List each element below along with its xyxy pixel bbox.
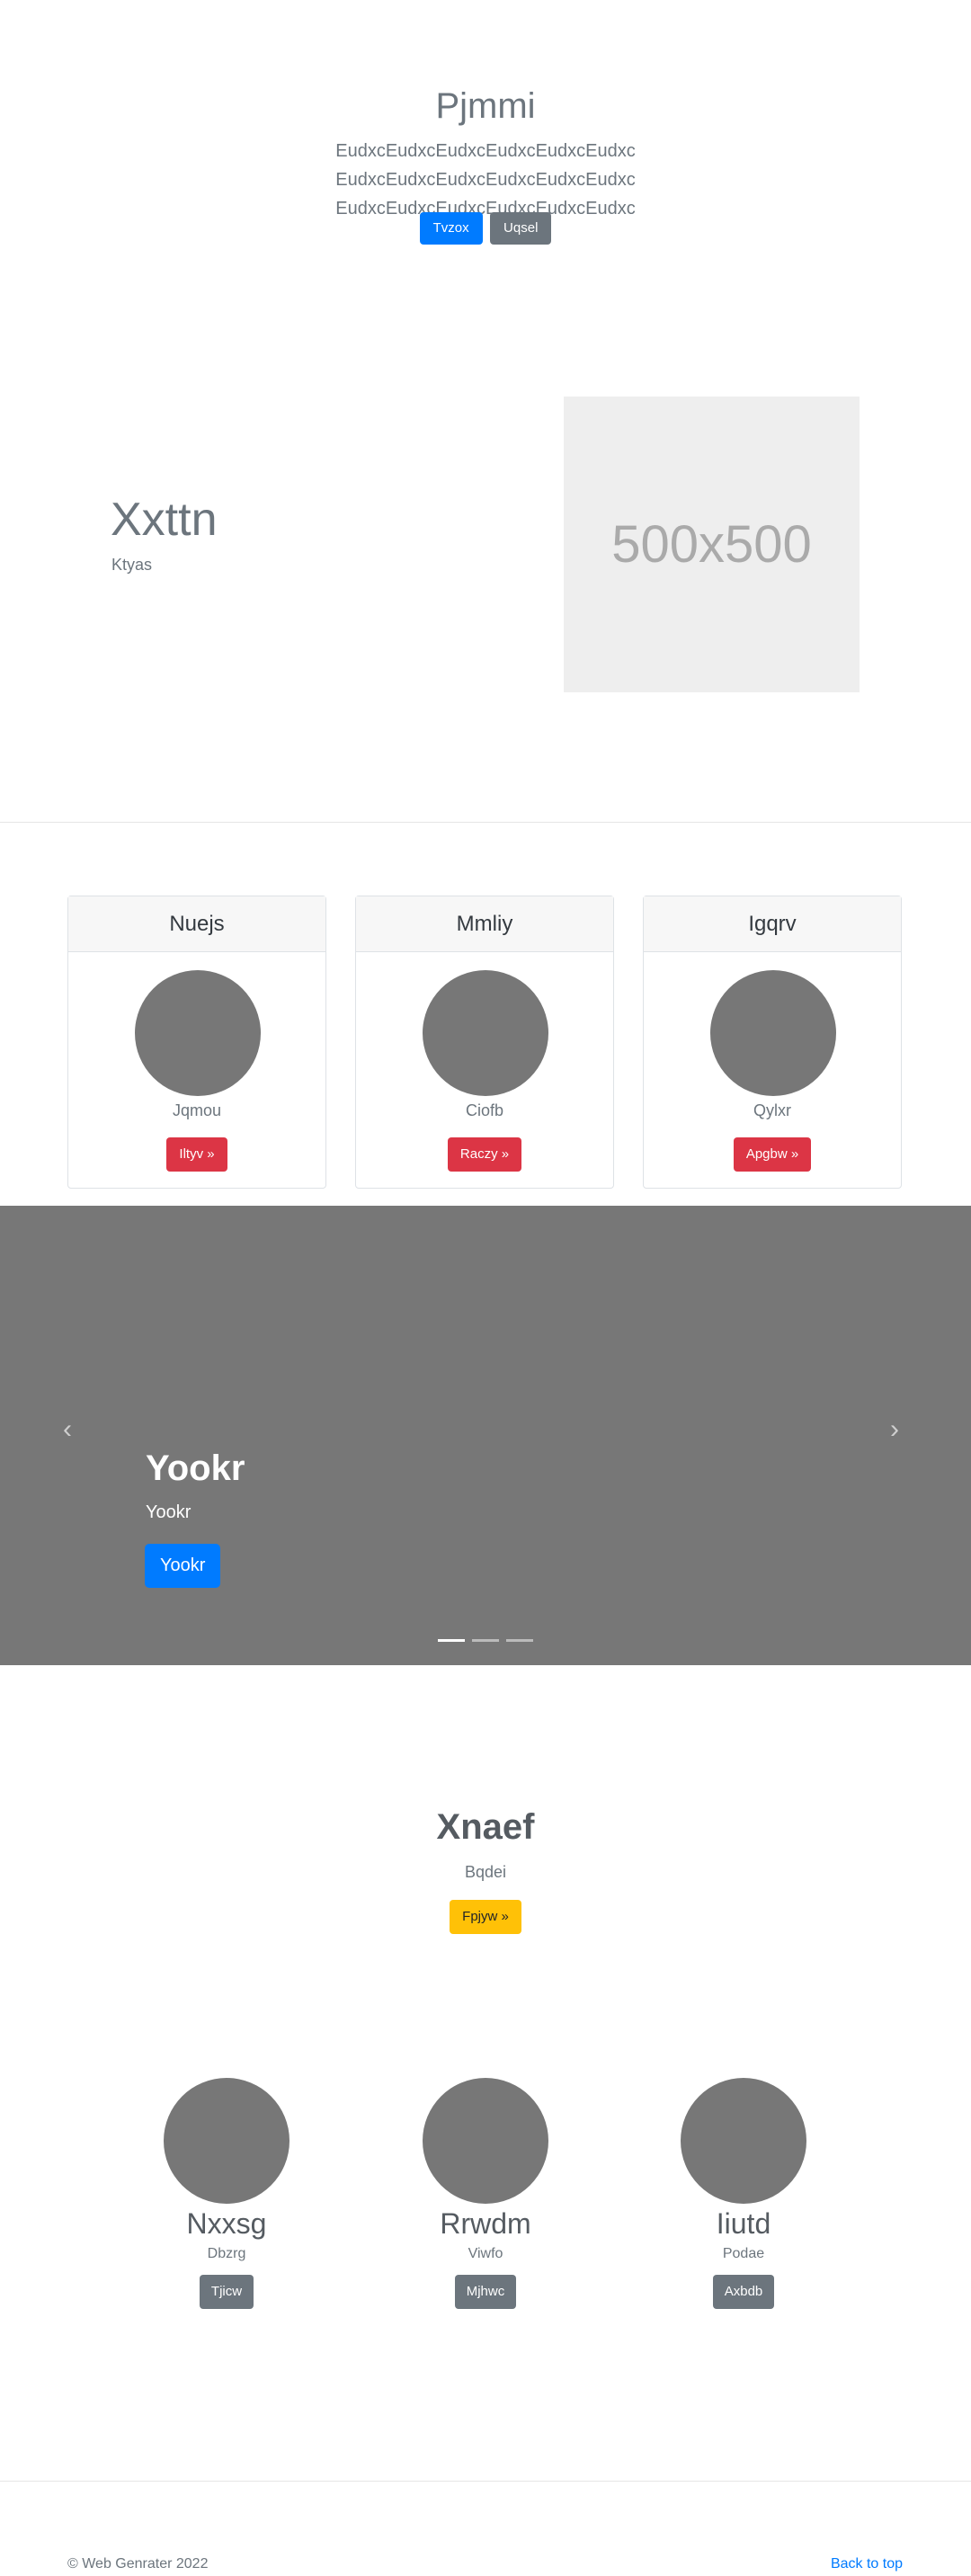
member-role: Viwfo (468, 2246, 503, 2261)
carousel-indicator[interactable] (506, 1639, 533, 1642)
team-member: Nxxsg Dbzrg Tjicw (119, 2078, 334, 2309)
member-role: Podae (722, 2246, 765, 2261)
card-avatar (135, 970, 261, 1096)
card-avatar (710, 970, 836, 1096)
card-header: Mmliy (356, 896, 613, 952)
card: Nuejs Jqmou Iltyv » (67, 896, 326, 1189)
team-member: Rrwdm Viwfo Mjhwc (378, 2078, 593, 2309)
hero-title: Pjmmi (435, 86, 536, 126)
carousel-title: Yookr (146, 1448, 245, 1488)
hero-buttons: Tvzox Uqsel (0, 212, 971, 245)
card-avatar (423, 970, 548, 1096)
member-role: Dbzrg (207, 2246, 246, 2261)
member-button[interactable]: Axbdb (712, 2275, 775, 2309)
member-avatar (423, 2078, 548, 2204)
carousel-button[interactable]: Yookr (145, 1544, 221, 1588)
carousel-indicator[interactable] (438, 1639, 465, 1642)
feature-title: Xxttn (111, 494, 218, 546)
card-header: Igqrv (644, 896, 901, 952)
hero-lead-text: EudxcEudxcEudxcEudxcEudxcEudxc EudxcEudx… (335, 141, 636, 218)
member-button[interactable]: Mjhwc (454, 2275, 517, 2309)
card-button[interactable]: Iltyv » (166, 1137, 227, 1172)
feature-image-placeholder: 500x500 (564, 397, 860, 692)
cta-button[interactable]: Fpjyw » (450, 1900, 521, 1934)
team-member: Iiutd Podae Axbdb (636, 2078, 851, 2309)
carousel-indicators (438, 1639, 540, 1655)
card-text: Ciofb (465, 1101, 504, 1119)
back-to-top-link[interactable]: Back to top (831, 2556, 903, 2572)
hero-section: Pjmmi EudxcEudxcEudxcEudxcEudxcEudxc Eud… (0, 0, 971, 297)
card-button[interactable]: Raczy » (447, 1137, 522, 1172)
feature-subtitle: Ktyas (111, 556, 153, 574)
card: Mmliy Ciofb Raczy » (355, 896, 614, 1189)
carousel-indicator[interactable] (472, 1639, 499, 1642)
carousel-prev-icon[interactable]: ‹ (63, 1414, 72, 1445)
footer-copyright: © Web Genrater 2022 (67, 2556, 209, 2572)
hero-primary-button[interactable]: Tvzox (419, 212, 483, 245)
member-button[interactable]: Tjicw (199, 2275, 254, 2309)
section-divider (0, 822, 971, 823)
card-text: Qylxr (753, 1101, 791, 1119)
carousel-next-icon[interactable]: › (890, 1414, 899, 1445)
feature-image-label: 500x500 (611, 515, 812, 574)
card: Igqrv Qylxr Apgbw » (643, 896, 902, 1189)
card-header: Nuejs (68, 896, 325, 952)
cta-subtitle: Bqdei (464, 1863, 507, 1881)
member-avatar (164, 2078, 290, 2204)
card-text: Jqmou (172, 1101, 222, 1119)
member-name: Rrwdm (440, 2207, 531, 2240)
hero-secondary-button[interactable]: Uqsel (490, 212, 552, 245)
member-name: Nxxsg (186, 2207, 267, 2240)
carousel-text: Yookr (146, 1502, 192, 1522)
carousel: ‹ › Yookr Yookr Yookr (0, 1206, 971, 1665)
card-button[interactable]: Apgbw » (733, 1137, 812, 1172)
footer-divider (0, 2481, 971, 2482)
member-name: Iiutd (716, 2207, 771, 2240)
member-avatar (681, 2078, 806, 2204)
cta-title: Xnaef (436, 1807, 535, 1847)
